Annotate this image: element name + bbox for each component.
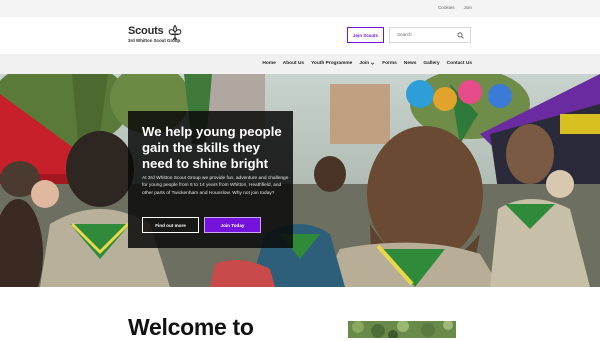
utility-links: Cookies Join (438, 5, 472, 10)
search-box[interactable] (389, 27, 471, 43)
hero-card: We help young people gain the skills the… (128, 111, 293, 248)
nav-item-news[interactable]: News (404, 61, 417, 66)
nav-item-contact-us[interactable]: Contact Us (447, 61, 472, 66)
nav-item-home[interactable]: Home (262, 61, 275, 66)
search-input[interactable] (397, 32, 457, 37)
nav-item-forms[interactable]: Forms (382, 61, 397, 66)
site-header: Scouts 3rd Whitton Scout Group (0, 17, 600, 54)
nav-item-label: Home (262, 61, 276, 66)
nav-item-join[interactable]: Join (359, 61, 375, 66)
nav-item-youth-programme[interactable]: Youth Programme (311, 61, 352, 66)
join-today-button[interactable]: Join Today (204, 217, 261, 233)
nav-item-label: Gallery (423, 61, 440, 66)
join-link[interactable]: Join (464, 5, 472, 10)
search-icon[interactable] (457, 32, 464, 39)
fleur-de-lis-icon (168, 24, 182, 41)
nav-item-gallery[interactable]: Gallery (423, 61, 439, 66)
hero-description: At 3rd Whitton Scout Group we provide fu… (142, 176, 289, 196)
hero-photo-scouts (0, 74, 600, 287)
nav-item-about-us[interactable]: About Us (283, 61, 304, 66)
main-nav: Home About Us Youth Programme Join Forms… (0, 54, 600, 74)
nav-item-label: Youth Programme (311, 61, 353, 66)
cookies-link[interactable]: Cookies (438, 5, 455, 10)
join-scouts-button[interactable]: Join Scouts (347, 27, 384, 43)
utility-bar: Cookies Join (0, 0, 600, 17)
hero-headline: We help young people gain the skills the… (142, 124, 282, 171)
hero-banner: We help young people gain the skills the… (0, 74, 600, 287)
site-logo[interactable]: Scouts 3rd Whitton Scout Group (128, 24, 182, 43)
find-out-more-button[interactable]: Find out more (142, 217, 199, 233)
nav-item-label: Contact Us (446, 61, 472, 66)
nav-item-label: Join (359, 61, 370, 66)
chevron-down-icon (370, 62, 375, 65)
nav-item-label: About Us (282, 61, 305, 66)
welcome-photo (348, 321, 456, 338)
nav-item-label: News (403, 61, 417, 66)
welcome-heading: Welcome to (128, 314, 254, 340)
nav-item-label: Forms (382, 61, 397, 66)
